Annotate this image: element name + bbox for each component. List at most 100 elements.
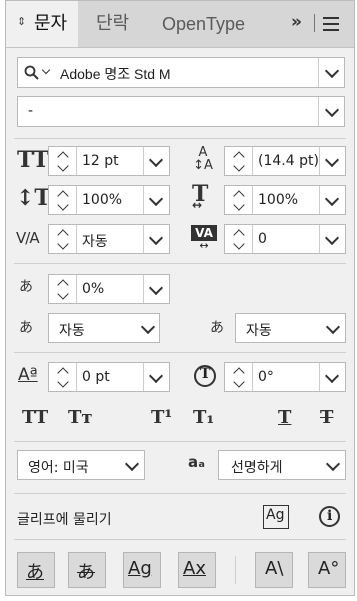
panel-menu-icon[interactable] bbox=[323, 15, 339, 31]
chevron-down-icon[interactable] bbox=[324, 63, 340, 79]
kerning-field[interactable]: 자동 bbox=[48, 224, 170, 254]
tab-character-label: 문자 bbox=[34, 13, 68, 34]
tsume-icon: あ bbox=[19, 279, 33, 295]
tsume-value: 0% bbox=[82, 281, 105, 297]
chevron-down-icon[interactable] bbox=[325, 456, 341, 472]
horizontal-scale-field[interactable]: 100% bbox=[224, 185, 346, 215]
tab-bar: ⇕ 문자 단락 OpenType » bbox=[6, 1, 354, 48]
tab-divider bbox=[314, 14, 315, 32]
chevron-down-icon[interactable] bbox=[140, 319, 156, 335]
underline-icon[interactable]: T bbox=[278, 407, 291, 428]
stepper-down-icon[interactable] bbox=[57, 288, 69, 300]
aki-left-select[interactable]: 자동 bbox=[48, 313, 160, 343]
glyph-icon[interactable]: Ag bbox=[263, 505, 289, 529]
kerning-value: 자동 bbox=[82, 234, 108, 250]
stepper-down-icon[interactable] bbox=[233, 199, 245, 211]
font-size-value: 12 pt bbox=[82, 153, 119, 169]
anti-aliasing-icon: aₐ bbox=[188, 453, 205, 471]
divider bbox=[14, 441, 346, 442]
snap-angular-guides-button[interactable]: A\ bbox=[255, 552, 293, 588]
font-style-select[interactable]: - bbox=[17, 96, 345, 127]
character-rotation-field[interactable]: 0° bbox=[224, 362, 346, 392]
chevron-down-icon[interactable] bbox=[148, 368, 164, 384]
chevron-down-icon[interactable] bbox=[148, 230, 164, 246]
chevron-down-icon[interactable] bbox=[148, 152, 164, 168]
character-rotation-icon: T bbox=[194, 365, 216, 387]
stepper-down-icon[interactable] bbox=[57, 376, 69, 388]
stepper-down-icon[interactable] bbox=[233, 238, 245, 250]
kerning-icon: V/A bbox=[16, 229, 40, 247]
font-style-value: - bbox=[28, 103, 34, 119]
aki-right-icon: あ bbox=[210, 320, 224, 336]
language-value: 영어: 미국 bbox=[28, 460, 89, 476]
aki-left-icon: あ bbox=[19, 320, 33, 336]
divider bbox=[14, 493, 346, 494]
snap-to-glyph-label: 글리프에 물리기 bbox=[17, 512, 112, 528]
snap-anchor-point-button[interactable]: A° bbox=[308, 552, 346, 588]
chevron-down-icon[interactable] bbox=[324, 102, 340, 118]
divider bbox=[14, 263, 346, 264]
character-rotation-value: 0° bbox=[258, 369, 274, 385]
font-family-select[interactable]: Adobe 명조 Std M bbox=[17, 57, 345, 88]
tab-opentype[interactable]: OpenType bbox=[148, 1, 260, 47]
stepper-down-icon[interactable] bbox=[57, 160, 69, 172]
snap-glyph-bounds-button[interactable]: Ag bbox=[123, 552, 161, 588]
vertical-scale-value: 100% bbox=[82, 192, 123, 208]
horizontal-scale-icon: T ↔ bbox=[192, 181, 209, 212]
tracking-value: 0 bbox=[258, 231, 267, 247]
superscript-icon[interactable]: T¹ bbox=[151, 407, 172, 428]
baseline-shift-value: 0 pt bbox=[82, 369, 110, 385]
baseline-shift-icon: Aª bbox=[18, 365, 38, 385]
chevron-down-icon[interactable] bbox=[325, 319, 341, 335]
leading-field[interactable]: (14.4 pt) bbox=[224, 146, 346, 176]
tab-opentype-label: OpenType bbox=[162, 14, 246, 34]
language-select[interactable]: 영어: 미국 bbox=[17, 450, 145, 480]
chevron-down-icon[interactable] bbox=[324, 152, 340, 168]
tab-paragraph-label: 단락 bbox=[96, 13, 130, 34]
search-options-icon[interactable] bbox=[41, 65, 51, 75]
strikethrough-icon[interactable]: T bbox=[320, 407, 333, 428]
tsume-field[interactable]: 0% bbox=[48, 274, 170, 304]
chevron-down-icon[interactable] bbox=[324, 191, 340, 207]
snap-em-box-button[interactable]: あ bbox=[68, 552, 106, 588]
tab-paragraph[interactable]: 단락 bbox=[84, 1, 144, 47]
divider bbox=[14, 539, 346, 540]
tab-character[interactable]: ⇕ 문자 bbox=[6, 1, 78, 47]
vertical-scale-field[interactable]: 100% bbox=[48, 185, 170, 215]
info-icon[interactable]: i bbox=[319, 506, 340, 527]
stepper-down-icon[interactable] bbox=[57, 238, 69, 250]
tracking-icon: VA ↔ bbox=[191, 225, 217, 251]
subscript-icon[interactable]: T₁ bbox=[193, 407, 214, 428]
divider bbox=[14, 352, 346, 353]
search-icon bbox=[24, 65, 39, 80]
stepper-down-icon[interactable] bbox=[233, 376, 245, 388]
horizontal-scale-value: 100% bbox=[258, 192, 299, 208]
collapse-arrows-icon[interactable]: ⇕ bbox=[17, 0, 26, 45]
character-panel: ⇕ 문자 단락 OpenType » Adobe 명조 Std M - TT 1… bbox=[5, 0, 355, 596]
chevron-down-icon[interactable] bbox=[124, 456, 140, 472]
all-caps-icon[interactable]: TT bbox=[22, 407, 48, 428]
aki-right-select[interactable]: 자동 bbox=[235, 313, 346, 343]
anti-aliasing-select[interactable]: 선명하게 bbox=[218, 450, 346, 480]
small-caps-icon[interactable]: Tт bbox=[68, 407, 93, 428]
anti-aliasing-value: 선명하게 bbox=[231, 460, 283, 476]
font-family-value: Adobe 명조 Std M bbox=[60, 66, 171, 82]
font-size-field[interactable]: 12 pt bbox=[48, 146, 170, 176]
aki-left-value: 자동 bbox=[59, 323, 85, 339]
chevron-down-icon[interactable] bbox=[324, 368, 340, 384]
chevron-down-icon[interactable] bbox=[148, 280, 164, 296]
expand-icon[interactable]: » bbox=[291, 12, 302, 32]
leading-value: (14.4 pt) bbox=[258, 153, 319, 169]
chevron-down-icon[interactable] bbox=[324, 230, 340, 246]
font-size-icon: TT bbox=[17, 147, 49, 173]
vertical-scale-icon: ↕T bbox=[16, 185, 51, 211]
aki-right-value: 자동 bbox=[246, 323, 272, 339]
snap-baseline-button[interactable]: あ bbox=[17, 552, 55, 588]
baseline-shift-field[interactable]: 0 pt bbox=[48, 362, 170, 392]
stepper-down-icon[interactable] bbox=[57, 199, 69, 211]
tracking-field[interactable]: 0 bbox=[224, 224, 346, 254]
snap-x-height-button[interactable]: Ax bbox=[178, 552, 216, 588]
stepper-down-icon[interactable] bbox=[233, 160, 245, 172]
chevron-down-icon[interactable] bbox=[148, 191, 164, 207]
divider bbox=[14, 138, 346, 139]
